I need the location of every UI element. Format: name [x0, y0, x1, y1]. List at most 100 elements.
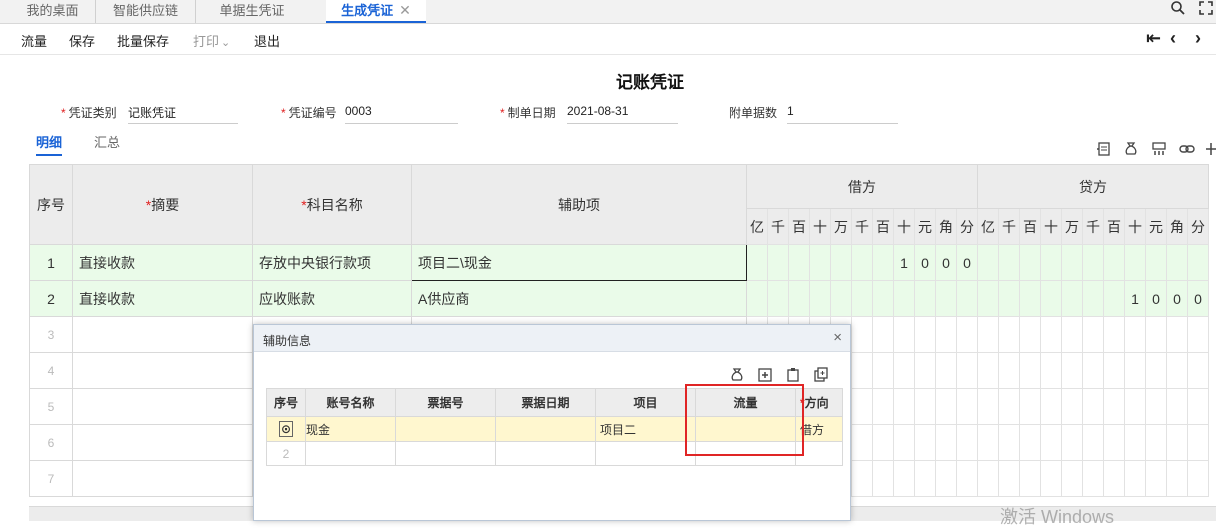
debit-digit-cell[interactable] [935, 280, 957, 317]
debit-digit-cell[interactable] [872, 280, 894, 317]
empty-digit-cell[interactable] [998, 388, 1020, 425]
empty-digit-cell[interactable] [998, 316, 1020, 353]
credit-digit-cell[interactable] [977, 280, 999, 317]
empty-digit-cell[interactable] [914, 316, 936, 353]
empty-digit-cell[interactable] [956, 460, 978, 497]
debit-digit-cell[interactable] [851, 280, 873, 317]
empty-digit-cell[interactable] [1082, 388, 1104, 425]
credit-digit-cell[interactable] [1145, 244, 1167, 281]
tab-my-desktop[interactable]: 我的桌面 [10, 0, 96, 23]
empty-digit-cell[interactable] [893, 424, 915, 461]
empty-digit-cell[interactable] [872, 460, 894, 497]
empty-digit-cell[interactable] [935, 352, 957, 389]
debit-digit-cell[interactable]: 0 [956, 244, 978, 281]
credit-digit-cell[interactable] [1082, 280, 1104, 317]
empty-digit-cell[interactable] [1124, 388, 1146, 425]
credit-digit-cell[interactable] [1061, 280, 1083, 317]
debit-digit-cell[interactable] [809, 244, 831, 281]
empty-digit-cell[interactable] [977, 352, 999, 389]
empty-digit-cell[interactable] [1019, 460, 1041, 497]
tab-detail[interactable]: 明细 [36, 132, 63, 156]
empty-digit-cell[interactable] [956, 424, 978, 461]
credit-digit-cell[interactable] [1124, 244, 1146, 281]
credit-digit-cell[interactable] [998, 244, 1020, 281]
credit-digit-cell[interactable]: 0 [1166, 280, 1188, 317]
empty-digit-cell[interactable] [872, 352, 894, 389]
empty-digit-cell[interactable] [1166, 424, 1188, 461]
empty-digit-cell[interactable] [1124, 316, 1146, 353]
empty-digit-cell[interactable] [1166, 460, 1188, 497]
empty-digit-cell[interactable] [956, 388, 978, 425]
debit-digit-cell[interactable] [851, 244, 873, 281]
close-icon[interactable]: × [833, 329, 842, 346]
empty-cell[interactable] [72, 352, 253, 389]
empty-digit-cell[interactable] [977, 388, 999, 425]
table-row[interactable]: 2 直接收款 应收账款 A供应商 1000 [29, 280, 1209, 317]
debit-digit-cell[interactable] [746, 244, 768, 281]
empty-digit-cell[interactable] [851, 460, 873, 497]
add-row-icon[interactable] [755, 367, 775, 385]
empty-digit-cell[interactable] [893, 352, 915, 389]
empty-digit-cell[interactable] [998, 352, 1020, 389]
empty-digit-cell[interactable] [1103, 388, 1125, 425]
credit-digit-cell[interactable] [977, 244, 999, 281]
empty-digit-cell[interactable] [1145, 352, 1167, 389]
row-aux[interactable]: 项目二\现金 [411, 244, 747, 281]
empty-digit-cell[interactable] [1145, 388, 1167, 425]
debit-digit-cell[interactable] [767, 244, 789, 281]
credit-digit-cell[interactable] [1061, 244, 1083, 281]
empty-digit-cell[interactable] [935, 460, 957, 497]
empty-digit-cell[interactable] [1124, 460, 1146, 497]
settings-icon[interactable] [1203, 141, 1216, 159]
debit-digit-cell[interactable] [788, 244, 810, 281]
batch-save-button[interactable]: 批量保存 [117, 31, 169, 50]
cell-project[interactable] [595, 441, 696, 466]
columns-icon[interactable] [1149, 141, 1169, 159]
empty-digit-cell[interactable] [977, 424, 999, 461]
prev-page-icon[interactable]: ‹ [1170, 28, 1176, 49]
empty-cell[interactable] [72, 424, 253, 461]
empty-digit-cell[interactable] [914, 460, 936, 497]
empty-digit-cell[interactable] [956, 352, 978, 389]
empty-digit-cell[interactable] [977, 316, 999, 353]
empty-digit-cell[interactable] [1082, 460, 1104, 497]
empty-digit-cell[interactable] [1103, 352, 1125, 389]
money-bag-icon[interactable] [1121, 141, 1141, 159]
debit-digit-cell[interactable] [830, 280, 852, 317]
empty-digit-cell[interactable] [1187, 352, 1209, 389]
debit-digit-cell[interactable]: 0 [914, 244, 936, 281]
print-button[interactable]: 打印 ⌄ [193, 31, 230, 50]
empty-digit-cell[interactable] [893, 316, 915, 353]
voucher-type-input[interactable]: 记账凭证 [128, 104, 238, 124]
credit-digit-cell[interactable] [1040, 280, 1062, 317]
paste-icon[interactable] [783, 367, 803, 385]
cell-account-name[interactable] [305, 441, 396, 466]
empty-digit-cell[interactable] [1019, 316, 1041, 353]
empty-digit-cell[interactable] [914, 352, 936, 389]
credit-digit-cell[interactable] [1103, 244, 1125, 281]
empty-digit-cell[interactable] [1103, 460, 1125, 497]
debit-digit-cell[interactable] [788, 280, 810, 317]
credit-digit-cell[interactable] [1082, 244, 1104, 281]
empty-cell[interactable] [72, 460, 253, 497]
empty-digit-cell[interactable] [1019, 388, 1041, 425]
table-row[interactable]: 1 直接收款 存放中央银行款项 项目二\现金 1000 [29, 244, 1209, 281]
row-account[interactable]: 存放中央银行款项 [252, 244, 412, 281]
empty-digit-cell[interactable] [872, 316, 894, 353]
empty-digit-cell[interactable] [1166, 388, 1188, 425]
debit-digit-cell[interactable]: 0 [935, 244, 957, 281]
row-account[interactable]: 应收账款 [252, 280, 412, 317]
credit-digit-cell[interactable] [1040, 244, 1062, 281]
debit-digit-cell[interactable] [893, 280, 915, 317]
cell-bill-date[interactable] [495, 441, 596, 466]
cell-bill-no[interactable] [395, 416, 496, 442]
empty-digit-cell[interactable] [1061, 388, 1083, 425]
save-button[interactable]: 保存 [69, 31, 95, 50]
link-icon[interactable] [1177, 141, 1197, 159]
insert-row-icon[interactable] [1094, 141, 1114, 159]
empty-digit-cell[interactable] [1187, 316, 1209, 353]
next-page-icon[interactable]: › [1195, 28, 1201, 49]
fullscreen-icon[interactable] [1194, 0, 1216, 22]
money-bag-icon[interactable] [727, 367, 747, 385]
empty-digit-cell[interactable] [872, 388, 894, 425]
